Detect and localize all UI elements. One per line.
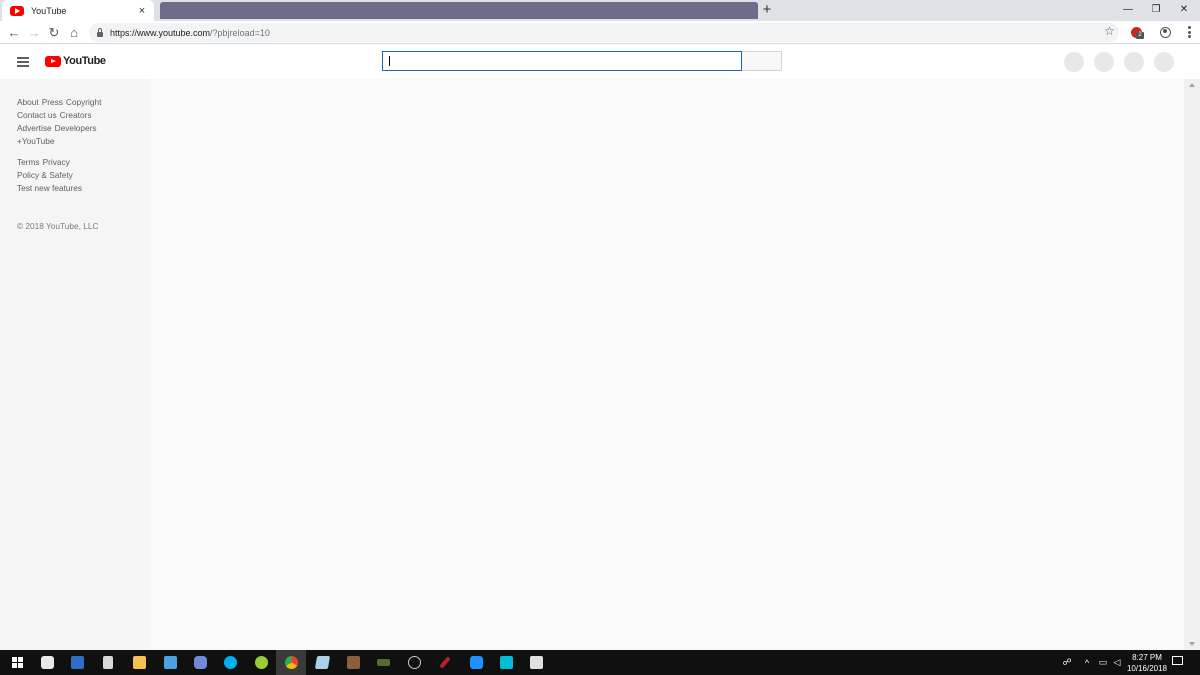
- avatar[interactable]: [1154, 52, 1174, 72]
- reload-button[interactable]: ↻: [44, 21, 64, 44]
- browser-toolbar: ← → ↻ ⌂ https://www.youtube.com/?pbjrelo…: [0, 21, 1200, 44]
- url-path: /?pbjreload=10: [210, 27, 270, 38]
- footer-link-plus-youtube[interactable]: +YouTube: [17, 136, 54, 146]
- minimize-button[interactable]: —: [1114, 0, 1142, 21]
- media-app-icon[interactable]: [338, 650, 368, 675]
- restore-button[interactable]: ❐: [1142, 0, 1170, 21]
- bookmark-star-icon[interactable]: ☆: [1104, 24, 1115, 38]
- search-box[interactable]: [382, 51, 742, 71]
- camera-icon[interactable]: [32, 650, 62, 675]
- address-url: https://www.youtube.com/?pbjreload=10: [110, 28, 270, 38]
- footer-link-policy-safety[interactable]: Policy & Safety: [17, 170, 73, 180]
- volume-icon[interactable]: ◁: [1110, 650, 1124, 675]
- footer-link-press[interactable]: Press: [42, 97, 63, 107]
- notepad-icon[interactable]: [307, 650, 337, 675]
- footer-link-copyright[interactable]: Copyright: [66, 97, 102, 107]
- search-button[interactable]: [742, 51, 782, 71]
- remote-desktop-icon[interactable]: [62, 650, 92, 675]
- hamburger-menu-icon[interactable]: [17, 57, 29, 67]
- browser-tab-strip: YouTube × + — ❐ ✕: [0, 0, 1200, 21]
- file-explorer-icon[interactable]: [124, 650, 154, 675]
- placeholder-icon-1[interactable]: [1064, 52, 1084, 72]
- main-content-area: [150, 79, 1184, 650]
- profile-icon[interactable]: [1160, 27, 1171, 38]
- game-app-icon[interactable]: [368, 650, 398, 675]
- footer-link-advertise[interactable]: Advertise: [17, 123, 52, 133]
- window-close-button[interactable]: ✕: [1170, 0, 1198, 21]
- youtube-masthead: YouTube: [0, 45, 1200, 79]
- new-tab-button[interactable]: +: [760, 1, 774, 19]
- tray-expand-icon[interactable]: ^: [1080, 650, 1094, 675]
- forward-button[interactable]: →: [24, 21, 44, 44]
- tab-close-icon[interactable]: ×: [136, 5, 148, 17]
- photos-icon[interactable]: [521, 650, 551, 675]
- copyright-text: © 2018 YouTube, LLC: [17, 221, 99, 231]
- waves-app-icon[interactable]: [491, 650, 521, 675]
- tab-inactive[interactable]: [160, 2, 758, 19]
- footer-link-about[interactable]: About: [17, 97, 39, 107]
- extension-badge: 2: [1136, 32, 1144, 39]
- windows-taskbar: ☍ ^ ▭ ◁ 8:27 PM 10/16/2018: [0, 650, 1200, 675]
- footer-links-secondary: Terms Privacy Policy & Safety Test new fe…: [17, 156, 137, 195]
- footer-link-creators[interactable]: Creators: [60, 110, 92, 120]
- mail-icon[interactable]: [155, 650, 185, 675]
- url-host: https://www.youtube.com: [110, 27, 211, 38]
- clock-time: 8:27 PM: [1132, 653, 1162, 662]
- tab-title: YouTube: [31, 5, 67, 16]
- network-icon[interactable]: ▭: [1096, 650, 1110, 675]
- extension-icon[interactable]: 2: [1131, 27, 1144, 39]
- vertical-scrollbar[interactable]: [1184, 79, 1200, 650]
- tab-youtube[interactable]: YouTube ×: [2, 0, 154, 21]
- steam-icon[interactable]: [399, 650, 429, 675]
- back-button[interactable]: ←: [4, 21, 24, 44]
- tennis-game-icon[interactable]: [246, 650, 276, 675]
- system-clock[interactable]: 8:27 PM 10/16/2018: [1124, 652, 1170, 674]
- people-icon[interactable]: ☍: [1058, 650, 1076, 675]
- footer-link-contact-us[interactable]: Contact us: [17, 110, 57, 120]
- youtube-play-icon: [45, 55, 61, 67]
- calculator-icon[interactable]: [93, 650, 123, 675]
- chrome-icon[interactable]: [276, 650, 306, 675]
- scroll-down-icon[interactable]: [1189, 642, 1195, 646]
- youtube-favicon-icon: [10, 5, 24, 16]
- search-input[interactable]: [383, 53, 741, 71]
- lock-icon: [97, 28, 103, 37]
- browser-menu-icon[interactable]: [1184, 25, 1194, 40]
- youtube-logo-text: YouTube: [63, 55, 106, 67]
- placeholder-icon-2[interactable]: [1094, 52, 1114, 72]
- footer-links-primary: About Press Copyright Contact us Creators A…: [17, 96, 137, 148]
- footer-link-developers[interactable]: Developers: [55, 123, 97, 133]
- skype-icon[interactable]: [215, 650, 245, 675]
- footer-link-privacy[interactable]: Privacy: [43, 157, 70, 167]
- feather-app-icon[interactable]: [430, 650, 460, 675]
- footer-link-test-new-features[interactable]: Test new features: [17, 183, 82, 193]
- scroll-up-icon[interactable]: [1189, 83, 1195, 87]
- clock-date: 10/16/2018: [1126, 664, 1168, 673]
- placeholder-icon-3[interactable]: [1124, 52, 1144, 72]
- address-bar[interactable]: https://www.youtube.com/?pbjreload=10: [89, 23, 1119, 42]
- youtube-logo[interactable]: YouTube: [45, 55, 106, 67]
- footer-link-terms[interactable]: Terms: [17, 157, 40, 167]
- home-button[interactable]: ⌂: [64, 21, 84, 44]
- action-center-icon[interactable]: [1172, 656, 1183, 665]
- blue-app-icon[interactable]: [461, 650, 491, 675]
- guide-sidebar: About Press Copyright Contact us Creators A…: [0, 79, 150, 650]
- text-caret: [389, 56, 390, 66]
- windows-start-icon[interactable]: [2, 650, 32, 675]
- discord-icon[interactable]: [185, 650, 215, 675]
